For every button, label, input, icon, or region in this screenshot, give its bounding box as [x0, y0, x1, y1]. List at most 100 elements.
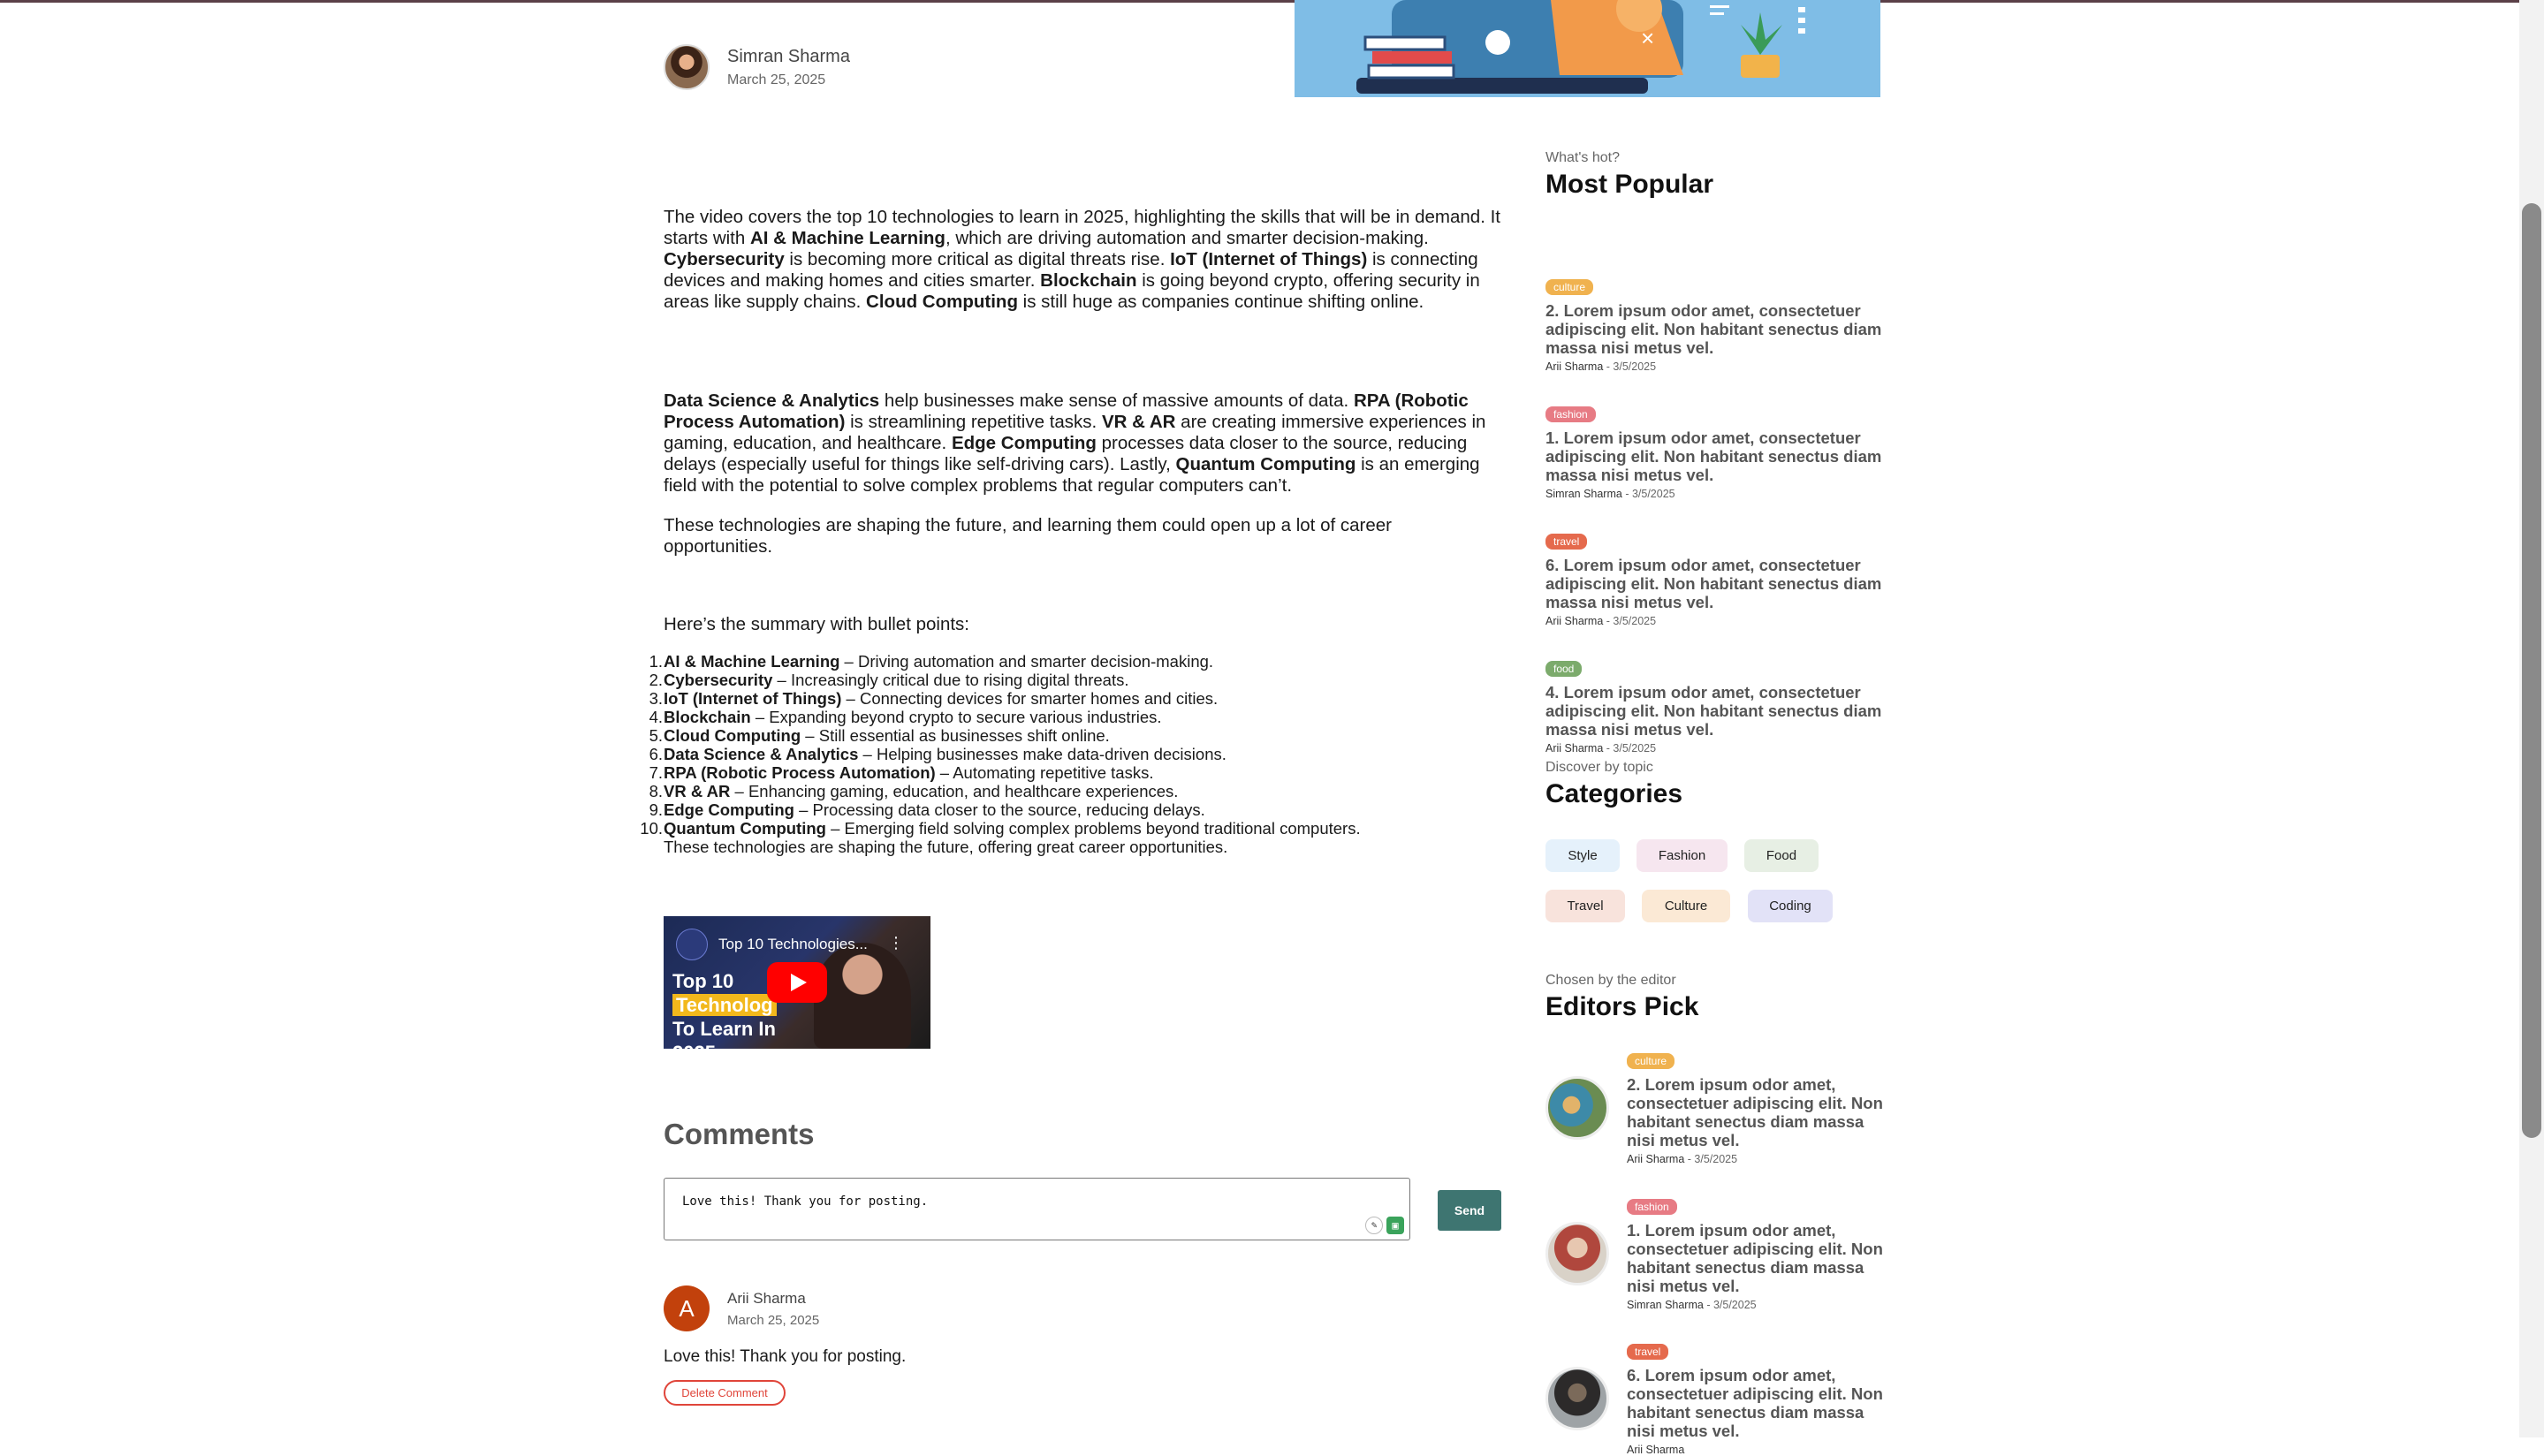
post-thumbnail[interactable]	[1545, 1076, 1609, 1140]
article-paragraph-1: The video covers the top 10 technologies…	[664, 207, 1503, 313]
video-title[interactable]: Top 10 Technologies...	[718, 936, 868, 953]
thumb-line-2: Technolog	[672, 994, 777, 1016]
post-author: Simran Sharma	[1627, 1299, 1704, 1311]
editors-pick-meta: Simran Sharma - 3/5/2025	[1627, 1299, 1892, 1311]
list-desc: – Driving automation and smarter decisio…	[839, 652, 1214, 671]
list-number-text: 5.	[649, 726, 663, 745]
text-segment: , which are driving automation and smart…	[945, 228, 1429, 248]
list-desc: – Expanding beyond crypto to secure vari…	[750, 708, 1162, 726]
summary-list: 1. AI & Machine Learning – Driving automa…	[640, 652, 1503, 856]
commenter-name: Arii Sharma	[727, 1289, 806, 1307]
article-paragraph-3: These technologies are shaping the futur…	[664, 515, 1392, 557]
summary-list-item: 4. Blockchain – Expanding beyond crypto t…	[649, 708, 1503, 726]
list-desc: – Automating repetitive tasks.	[935, 763, 1154, 782]
popular-post-title[interactable]: 6. Lorem ipsum odor amet, consectetuer a…	[1545, 556, 1890, 611]
categories-subtitle: Discover by topic	[1545, 760, 1653, 775]
editors-pick-title[interactable]: 1. Lorem ipsum odor amet, consectetuer a…	[1627, 1221, 1892, 1295]
list-term: Quantum Computing	[664, 819, 826, 838]
popular-post-meta: Arii Sharma - 3/5/2025	[1545, 742, 1890, 755]
popular-post[interactable]: travel 6. Lorem ipsum odor amet, consecte…	[1545, 534, 1890, 627]
list-number-text: 10.	[640, 819, 663, 838]
hero-illustration: ×	[1295, 0, 1880, 97]
editors-pick-header: Chosen by the editor Editors Pick	[1545, 973, 1890, 1022]
editors-pick-subtitle: Chosen by the editor	[1545, 973, 1676, 988]
bold-term: Cybersecurity	[664, 249, 785, 269]
svg-text:×: ×	[1641, 25, 1654, 51]
tag-travel[interactable]: travel	[1627, 1344, 1669, 1360]
post-author: Arii Sharma	[1545, 615, 1604, 627]
post-author: Arii Sharma	[1545, 742, 1604, 755]
list-item-text: Quantum Computing – Emerging field solvi…	[664, 819, 1361, 838]
play-icon[interactable]	[767, 962, 827, 1003]
comments-heading: Comments	[664, 1118, 815, 1150]
text-segment: is still huge as companies continue shif…	[1017, 292, 1424, 312]
summary-list-item: 9. Edge Computing – Processing data close…	[649, 800, 1503, 819]
post-date: - 3/5/2025	[1603, 615, 1657, 627]
tag-food[interactable]: food	[1545, 661, 1583, 677]
editors-pick-meta: Arii Sharma	[1627, 1444, 1892, 1456]
video-presenter	[814, 943, 911, 1049]
list-number-text: 6.	[649, 745, 663, 763]
popular-post-meta: Simran Sharma - 3/5/2025	[1545, 488, 1890, 500]
categories-title: Categories	[1545, 779, 1683, 808]
list-term: Data Science & Analytics	[664, 745, 859, 763]
pen-icon[interactable]: ✎	[1365, 1217, 1383, 1234]
summary-closing: These technologies are shaping the futur…	[664, 838, 1228, 856]
list-item-text: Blockchain – Expanding beyond crypto to …	[664, 708, 1162, 726]
post-author: Simran Sharma March 25, 2025	[664, 44, 850, 90]
list-item-text: Data Science & Analytics – Helping busin…	[664, 745, 1226, 763]
tag-culture[interactable]: culture	[1545, 279, 1594, 295]
popular-post[interactable]: food 4. Lorem ipsum odor amet, consectetu…	[1545, 661, 1890, 755]
video-embed[interactable]: Top 10 Technologies... ⋮ Top 10 Technolo…	[664, 916, 930, 1049]
popular-post-title[interactable]: 1. Lorem ipsum odor amet, consectetuer a…	[1545, 428, 1890, 484]
list-term: Edge Computing	[664, 800, 794, 819]
post-date: - 3/5/2025	[1621, 488, 1675, 500]
editors-pick-meta: Arii Sharma - 3/5/2025	[1627, 1153, 1892, 1165]
popular-post-title[interactable]: 4. Lorem ipsum odor amet, consectetuer a…	[1545, 683, 1890, 739]
popular-post[interactable]: fashion 1. Lorem ipsum odor amet, consect…	[1545, 406, 1890, 500]
popular-post[interactable]: culture 2. Lorem ipsum odor amet, consect…	[1545, 279, 1890, 373]
tag-travel[interactable]: travel	[1545, 534, 1588, 550]
category-food[interactable]: Food	[1744, 839, 1819, 872]
list-term: VR & AR	[664, 782, 731, 800]
input-extension-icons: ✎ ▣	[1365, 1217, 1404, 1234]
category-fashion[interactable]: Fashion	[1637, 839, 1728, 872]
category-culture[interactable]: Culture	[1642, 890, 1730, 922]
article-paragraph-2: Data Science & Analytics help businesses…	[664, 391, 1503, 497]
list-desc: – Still essential as businesses shift on…	[801, 726, 1110, 745]
editors-pick-title[interactable]: 2. Lorem ipsum odor amet, consectetuer a…	[1627, 1075, 1892, 1149]
list-desc: – Connecting devices for smarter homes a…	[841, 689, 1219, 708]
category-travel[interactable]: Travel	[1545, 890, 1625, 922]
send-button[interactable]: Send	[1438, 1190, 1501, 1231]
popular-post-meta: Arii Sharma - 3/5/2025	[1545, 360, 1890, 373]
extension-icon[interactable]: ▣	[1386, 1217, 1404, 1234]
editors-pick-title[interactable]: 6. Lorem ipsum odor amet, consectetuer a…	[1627, 1366, 1892, 1440]
summary-list-item: 6. Data Science & Analytics – Helping bus…	[649, 745, 1503, 763]
category-style[interactable]: Style	[1545, 839, 1620, 872]
tag-fashion[interactable]: fashion	[1627, 1199, 1677, 1215]
channel-logo[interactable]	[676, 929, 708, 960]
popular-post-title[interactable]: 2. Lorem ipsum odor amet, consectetuer a…	[1545, 301, 1890, 357]
comment-meta: Arii Sharma March 25, 2025	[727, 1290, 819, 1328]
comment-input-value: Love this! Thank you for posting.	[682, 1194, 929, 1209]
list-number-text: 2.	[649, 671, 663, 689]
comment-input[interactable]: Love this! Thank you for posting. ✎ ▣	[664, 1178, 1410, 1240]
delete-comment-button[interactable]: Delete Comment	[664, 1380, 786, 1406]
summary-ordered-list: 1. AI & Machine Learning – Driving automa…	[640, 652, 1503, 838]
summary-list-item: 1. AI & Machine Learning – Driving automa…	[649, 652, 1503, 671]
summary-list-item: 3. IoT (Internet of Things) – Connecting …	[649, 689, 1503, 708]
post-thumbnail[interactable]	[1545, 1222, 1609, 1285]
comment-author: A Arii Sharma March 25, 2025	[664, 1285, 819, 1331]
summary-list-item: 8. VR & AR – Enhancing gaming, education,…	[649, 782, 1503, 800]
list-item-text: Cloud Computing – Still essential as bus…	[664, 726, 1110, 745]
list-desc: – Enhancing gaming, education, and healt…	[730, 782, 1179, 800]
video-menu-icon[interactable]: ⋮	[888, 934, 904, 952]
category-coding[interactable]: Coding	[1748, 890, 1833, 922]
most-popular-title: Most Popular	[1545, 170, 1714, 199]
scrollbar-thumb[interactable]	[2522, 203, 2541, 1138]
post-thumbnail[interactable]	[1545, 1367, 1609, 1430]
list-item-text: Edge Computing – Processing data closer …	[664, 800, 1205, 819]
tag-culture[interactable]: culture	[1627, 1053, 1675, 1069]
list-number-text: 3.	[649, 689, 663, 708]
tag-fashion[interactable]: fashion	[1545, 406, 1596, 422]
